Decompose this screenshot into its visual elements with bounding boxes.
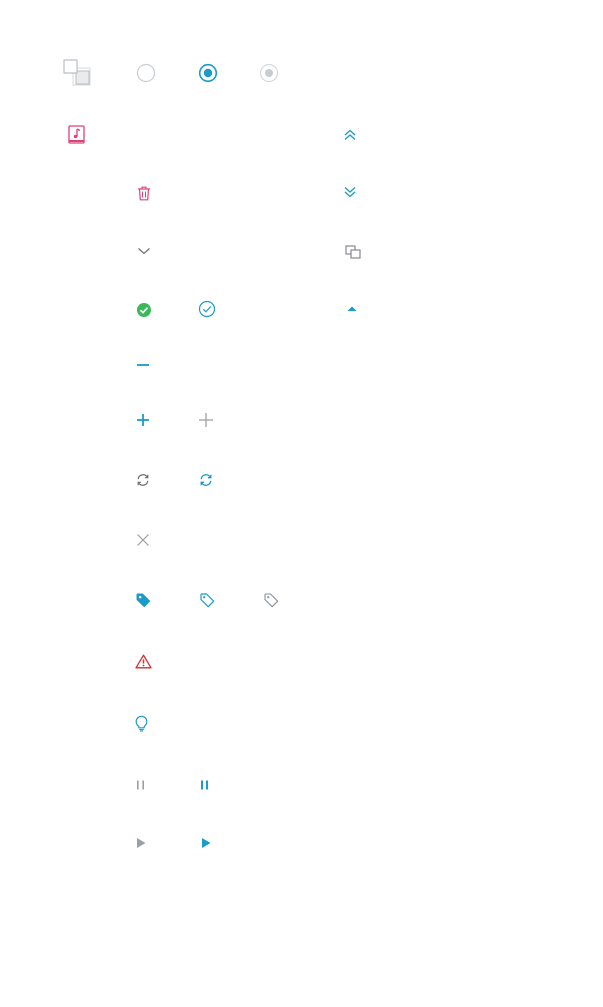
lightbulb-icon	[135, 715, 148, 732]
chevron-down-icon[interactable]	[137, 246, 151, 256]
tag-outline-gray-icon[interactable]	[264, 593, 279, 608]
duplicate-icon[interactable]	[345, 245, 361, 259]
plus-icon[interactable]	[136, 413, 150, 427]
music-file-icon	[68, 125, 86, 145]
warning-icon	[135, 654, 152, 669]
pause-gray-icon[interactable]	[135, 779, 147, 791]
chevrons-down-icon[interactable]	[343, 185, 357, 199]
radio-unchecked[interactable]	[136, 63, 156, 83]
radio-checked[interactable]	[198, 63, 218, 83]
tag-outline-accent-icon[interactable]	[200, 593, 215, 608]
check-circle-filled-icon	[136, 302, 152, 318]
pause-accent-icon[interactable]	[199, 779, 211, 791]
trash-icon[interactable]	[137, 186, 151, 201]
play-gray-icon[interactable]	[135, 837, 147, 849]
refresh-accent-icon[interactable]	[199, 473, 213, 487]
chevrons-up-icon[interactable]	[343, 128, 357, 142]
play-accent-icon[interactable]	[200, 837, 212, 849]
minus-icon[interactable]	[136, 358, 150, 372]
caret-up-icon[interactable]	[346, 305, 358, 313]
tag-filled-icon[interactable]	[136, 593, 151, 608]
check-circle-outline-icon[interactable]	[198, 300, 216, 318]
refresh-icon[interactable]	[136, 473, 150, 487]
plus-light-icon[interactable]	[198, 412, 214, 428]
radio-checked-disabled	[259, 63, 279, 83]
close-icon[interactable]	[136, 533, 150, 547]
copy-pages-icon[interactable]	[63, 59, 93, 87]
